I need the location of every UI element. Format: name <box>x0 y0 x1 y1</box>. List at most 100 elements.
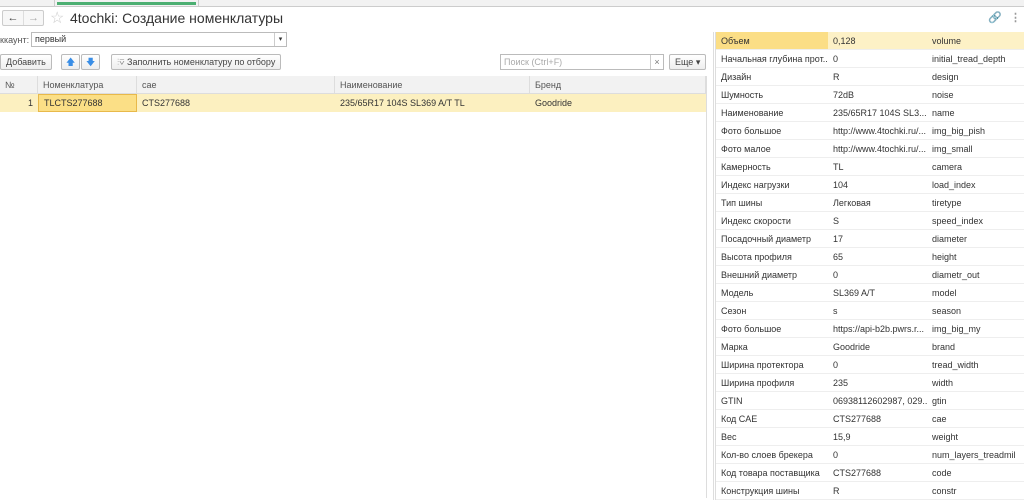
account-value: первый <box>35 34 67 44</box>
property-row[interactable]: Шумность 72dB noise <box>716 86 1024 104</box>
property-key: camera <box>932 162 963 172</box>
link-icon[interactable]: 🔗 <box>988 11 1002 24</box>
cell-cae[interactable]: CTS277688 <box>137 94 335 112</box>
move-up-button[interactable]: 🡅 <box>61 54 81 70</box>
property-key: design <box>932 72 959 82</box>
property-value: CTS277688 <box>833 468 882 478</box>
tab-strip <box>0 0 1024 7</box>
property-key: model <box>932 288 957 298</box>
property-key: img_small <box>932 144 973 154</box>
property-key: tread_width <box>932 360 979 370</box>
property-row[interactable]: Начальная глубина прот... 0 initial_tread_… <box>716 50 1024 68</box>
add-button[interactable]: Добавить <box>0 54 52 70</box>
clear-search-button[interactable]: × <box>650 55 663 69</box>
property-row[interactable]: Фото большое http://www.4tochki.ru/... img… <box>716 122 1024 140</box>
property-row[interactable]: Внешний диаметр 0 diametr_out <box>716 266 1024 284</box>
search-input[interactable]: Поиск (Ctrl+F) × <box>500 54 664 70</box>
cell-nomenclature[interactable]: TLCTS277688 <box>38 94 137 112</box>
property-row[interactable]: Вес 15,9 weight <box>716 428 1024 446</box>
property-row[interactable]: Кол-во слоев брекера 0 num_layers_treadmil <box>716 446 1024 464</box>
property-key: code <box>932 468 952 478</box>
property-key: height <box>932 252 957 262</box>
property-value: Легковая <box>833 198 871 208</box>
property-row[interactable]: Ширина профиля 235 width <box>716 374 1024 392</box>
account-label: ккаунт: <box>0 35 30 45</box>
property-label: Ширина протектора <box>721 360 804 370</box>
move-down-button[interactable]: 🡇 <box>81 54 101 70</box>
cell-name[interactable]: 235/65R17 104S SL369 A/T TL <box>335 94 530 112</box>
nomenclature-table: № Номенклатура сае Наименование Бренд 1 … <box>0 76 707 498</box>
property-label: Фото большое <box>721 126 782 136</box>
property-key: cae <box>932 414 947 424</box>
col-cae[interactable]: сае <box>137 76 335 93</box>
property-value: 65 <box>833 252 844 262</box>
property-row[interactable]: Камерность TL camera <box>716 158 1024 176</box>
property-label: Индекс скорости <box>721 216 791 226</box>
filter-icon: ⫶⊽ <box>117 57 128 67</box>
more-icon[interactable]: ⋮ <box>1010 11 1021 24</box>
property-value: S <box>833 216 840 226</box>
property-row[interactable]: Дизайн Rdesign <box>716 68 1024 86</box>
property-value: http://www.4tochki.ru/... <box>833 144 927 154</box>
property-key: gtin <box>932 396 947 406</box>
dropdown-arrow-icon[interactable]: ▾ <box>274 33 286 46</box>
property-value: 17 <box>833 234 844 244</box>
property-row[interactable]: Ширина протектора 0 tread_width <box>716 356 1024 374</box>
property-label: Сезон <box>721 306 747 316</box>
property-row[interactable]: Марка Goodride brand <box>716 338 1024 356</box>
property-row[interactable]: Индекс скорости Sspeed_index <box>716 212 1024 230</box>
property-row[interactable]: Модель SL369 A/T model <box>716 284 1024 302</box>
property-row[interactable]: Индекс нагрузки 104 load_index <box>716 176 1024 194</box>
properties-table: Объем 0,128 volume Начальная глубина прот..… <box>713 32 1024 500</box>
property-row[interactable]: Посадочный диаметр 17 diameter <box>716 230 1024 248</box>
property-key: weight <box>932 432 959 442</box>
back-button[interactable]: ← <box>3 11 23 25</box>
property-label: Код CAE <box>721 414 758 424</box>
property-value: http://www.4tochki.ru/... <box>833 126 927 136</box>
property-row[interactable]: Код CAE CTS277688 cae <box>716 410 1024 428</box>
property-value: R <box>833 486 840 496</box>
property-row[interactable]: GTIN 06938112602987, 029... gtin <box>716 392 1024 410</box>
property-value: 235 <box>833 378 849 388</box>
more-button[interactable]: Еще ▾ <box>669 54 707 70</box>
col-number[interactable]: № <box>0 76 38 93</box>
fill-by-filter-button[interactable]: ⫶⊽ Заполнить номенклатуру по отбору <box>111 54 282 70</box>
favorite-star-icon[interactable]: ☆ <box>50 8 64 28</box>
property-row[interactable]: Конструкция шины Rconstr <box>716 482 1024 500</box>
property-value: 104 <box>833 180 849 190</box>
property-key: volume <box>932 36 962 46</box>
property-row[interactable]: Фото большое https://api-b2b.pwrs.r... img… <box>716 320 1024 338</box>
page-title: 4tochki: Создание номенклатуры <box>70 10 284 26</box>
property-key: load_index <box>932 180 976 190</box>
col-nomenclature[interactable]: Номенклатура <box>38 76 137 93</box>
property-label: Дизайн <box>721 72 752 82</box>
property-row[interactable]: Объем 0,128 volume <box>716 32 1024 50</box>
property-label: Конструкция шины <box>721 486 800 496</box>
property-label: Индекс нагрузки <box>721 180 790 190</box>
cell-brand[interactable]: Goodride <box>530 94 706 112</box>
nav-buttons: ← → <box>2 10 44 26</box>
property-key: speed_index <box>932 216 984 226</box>
active-tab[interactable] <box>54 0 199 6</box>
property-row[interactable]: Тип шины Легковая tiretype <box>716 194 1024 212</box>
property-label: Наименование <box>721 108 784 118</box>
property-label: Модель <box>721 288 754 298</box>
property-row[interactable]: Фото малое http://www.4tochki.ru/... img_s… <box>716 140 1024 158</box>
property-value: CTS277688 <box>833 414 882 424</box>
account-field[interactable]: первый ▾ <box>31 32 287 47</box>
property-key: initial_tread_depth <box>932 54 1006 64</box>
forward-button[interactable]: → <box>23 11 43 25</box>
col-brand[interactable]: Бренд <box>530 76 706 93</box>
property-value: Goodride <box>833 342 871 352</box>
search-placeholder: Поиск (Ctrl+F) <box>504 57 563 67</box>
property-row[interactable]: Высота профиля 65 height <box>716 248 1024 266</box>
property-row[interactable]: Сезон s season <box>716 302 1024 320</box>
property-row[interactable]: Код товара поставщика CTS277688 code <box>716 464 1024 482</box>
col-name[interactable]: Наименование <box>335 76 530 93</box>
table-row[interactable]: 1 TLCTS277688 CTS277688 235/65R17 104S S… <box>0 94 706 112</box>
property-label: Камерность <box>721 162 771 172</box>
property-key: noise <box>932 90 954 100</box>
property-row[interactable]: Наименование 235/65R17 104S SL3... name <box>716 104 1024 122</box>
property-label: Вес <box>721 432 737 442</box>
property-label: Код товара поставщика <box>721 468 820 478</box>
